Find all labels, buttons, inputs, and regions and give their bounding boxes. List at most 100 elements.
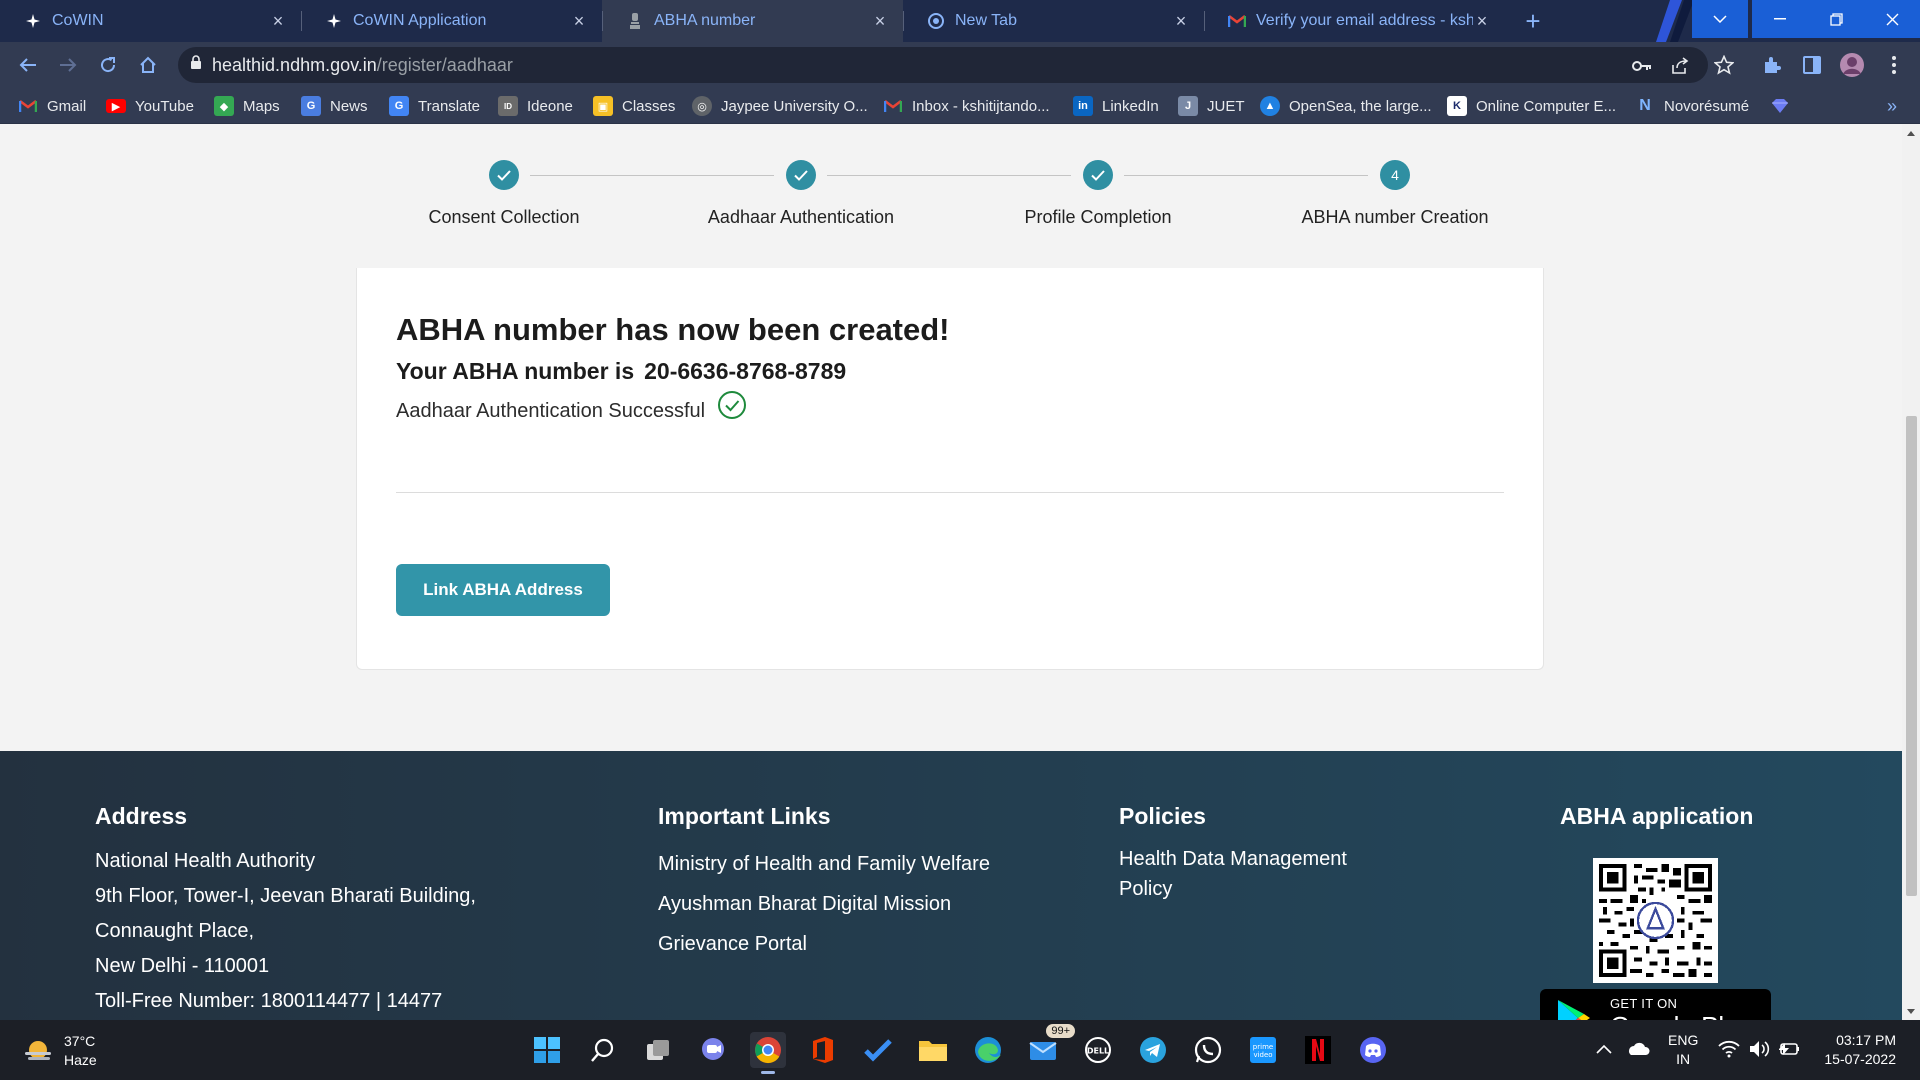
key-icon[interactable] (1632, 56, 1652, 76)
bookmark-label: OpenSea, the large... (1289, 97, 1432, 115)
telegram-icon[interactable] (1135, 1032, 1171, 1068)
footer-link[interactable]: Policy (1119, 874, 1347, 904)
browser-tab-strip: CoWIN × CoWIN Application × ABHA number … (0, 0, 1920, 42)
close-icon[interactable]: × (871, 11, 889, 31)
bookmark-ideone[interactable]: ID Ideone (498, 94, 573, 118)
bookmark-novoresume[interactable]: N Novorésumé (1635, 94, 1749, 118)
bookmark-translate[interactable]: G Translate (389, 94, 480, 118)
close-icon[interactable]: × (1473, 11, 1491, 31)
close-icon[interactable]: × (1172, 11, 1190, 31)
battery-icon[interactable] (1778, 1040, 1800, 1063)
windows-start-icon[interactable] (529, 1032, 565, 1068)
result-card: ABHA number has now been created! Your A… (356, 268, 1544, 670)
mail-icon[interactable]: 99+ (1025, 1024, 1075, 1068)
bookmark-maps[interactable]: ◆ Maps (214, 94, 280, 118)
search-icon[interactable] (585, 1032, 621, 1068)
home-icon[interactable] (132, 49, 164, 81)
cowin-icon (325, 12, 343, 30)
task-view-icon[interactable] (640, 1032, 676, 1068)
bookmark-juet[interactable]: J JUET (1178, 94, 1245, 118)
extensions-icon[interactable] (1758, 51, 1786, 79)
footer-link[interactable]: Grievance Portal (658, 924, 990, 964)
volume-icon[interactable] (1748, 1040, 1770, 1063)
tab-cowin-application[interactable]: CoWIN Application × (301, 0, 602, 42)
footer-important-links: Important Links Ministry of Health and F… (658, 803, 990, 964)
restore-button[interactable] (1808, 0, 1864, 38)
chevron-down-icon[interactable] (1692, 0, 1748, 38)
prime-video-icon[interactable]: prime video (1245, 1032, 1281, 1068)
file-explorer-icon[interactable] (915, 1032, 951, 1068)
address-line: Toll-Free Number: 1800114477 | 14477 (95, 990, 443, 1012)
bookmark-inbox[interactable]: Inbox - kshitijtando... (883, 94, 1050, 118)
system-clock[interactable]: 03:17 PM 15-07-2022 (1812, 1031, 1896, 1069)
side-panel-icon[interactable] (1798, 51, 1826, 79)
minimize-button[interactable] (1752, 0, 1808, 38)
back-icon[interactable] (12, 49, 44, 81)
share-icon[interactable] (1670, 56, 1690, 76)
edge-icon[interactable] (970, 1032, 1006, 1068)
step-profile-completion: Profile Completion (968, 160, 1228, 228)
bookmark-youtube[interactable]: ▶ YouTube (106, 94, 194, 118)
close-window-button[interactable] (1864, 0, 1920, 38)
star-icon[interactable] (1710, 51, 1738, 79)
discord-icon[interactable] (1355, 1032, 1391, 1068)
bookmark-label: Online Computer E... (1476, 97, 1617, 115)
check-icon (786, 160, 816, 190)
svg-text:prime: prime (1253, 1043, 1273, 1051)
close-icon[interactable]: × (570, 11, 588, 31)
bookmark-gmail[interactable]: Gmail (18, 94, 86, 118)
address-bar[interactable]: healthid.ndhm.gov.in/register/aadhaar (178, 47, 1708, 83)
whatsapp-icon[interactable] (1190, 1032, 1226, 1068)
step-aadhaar-authentication: Aadhaar Authentication (671, 160, 931, 228)
todo-icon[interactable] (860, 1032, 896, 1068)
bookmark-gem[interactable] (1770, 94, 1799, 118)
chevron-up-icon[interactable] (1596, 1041, 1612, 1059)
scrollbar-thumb[interactable] (1906, 416, 1917, 896)
tab-verify-email[interactable]: Verify your email address - kshiti × (1204, 0, 1505, 42)
gem-icon (1770, 96, 1790, 116)
onedrive-icon[interactable] (1626, 1040, 1650, 1061)
footer-link[interactable]: Ministry of Health and Family Welfare (658, 844, 990, 884)
tab-new-tab[interactable]: New Tab × (903, 0, 1204, 42)
step-number: 4 (1380, 160, 1410, 190)
reload-icon[interactable] (92, 49, 124, 81)
footer-link[interactable]: Health Data Management (1119, 844, 1347, 874)
forward-icon[interactable] (52, 49, 84, 81)
lock-icon[interactable] (190, 55, 202, 75)
check-circle-icon (718, 390, 747, 419)
scrollbar[interactable] (1902, 124, 1920, 1020)
bookmark-classes[interactable]: ▣ Classes (593, 94, 675, 118)
footer-link[interactable]: Ayushman Bharat Digital Mission (658, 884, 990, 924)
store-big-text: Google Play (1610, 1011, 1752, 1020)
language-indicator[interactable]: ENG IN (1668, 1031, 1698, 1069)
new-tab-button[interactable]: + (1508, 0, 1558, 42)
wifi-icon[interactable] (1718, 1040, 1740, 1063)
bookmark-opensea[interactable]: ▲ OpenSea, the large... (1260, 94, 1432, 118)
chrome-icon[interactable] (750, 1032, 786, 1074)
office-icon[interactable] (805, 1032, 841, 1068)
avatar[interactable] (1838, 51, 1866, 79)
scroll-down-icon[interactable] (1902, 1002, 1920, 1020)
bookmark-news[interactable]: G News (301, 94, 368, 118)
netflix-icon[interactable] (1300, 1032, 1336, 1068)
close-icon[interactable]: × (269, 11, 287, 31)
bookmark-label: JUET (1207, 97, 1245, 115)
bookmark-jaypee[interactable]: ◎ Jaypee University O... (692, 94, 868, 118)
tab-abha-number[interactable]: ABHA number × (602, 0, 903, 42)
bookmark-online-exam[interactable]: K Online Computer E... (1447, 94, 1616, 118)
bookmark-linkedin[interactable]: in LinkedIn (1073, 94, 1159, 118)
bookmarks-bar: Gmail ▶ YouTube ◆ Maps G News G Translate ID… (0, 88, 1920, 124)
link-abha-address-button[interactable]: Link ABHA Address (396, 564, 610, 616)
weather-widget[interactable]: 37°C Haze (22, 1032, 97, 1070)
tab-cowin[interactable]: CoWIN × (0, 0, 301, 42)
chat-icon[interactable] (695, 1032, 731, 1068)
address-line: Connaught Place, (95, 920, 255, 942)
bookmark-label: YouTube (135, 97, 194, 115)
more-bookmarks-button[interactable]: » (1880, 94, 1904, 118)
classroom-icon: ▣ (593, 96, 613, 116)
scroll-up-icon[interactable] (1902, 124, 1920, 142)
dell-icon[interactable]: DELL (1080, 1032, 1116, 1068)
google-play-badge[interactable]: GET IT ON Google Play (1540, 989, 1771, 1020)
menu-icon[interactable] (1880, 51, 1908, 79)
registration-stepper: Consent Collection Aadhaar Authenticatio… (356, 124, 1544, 268)
